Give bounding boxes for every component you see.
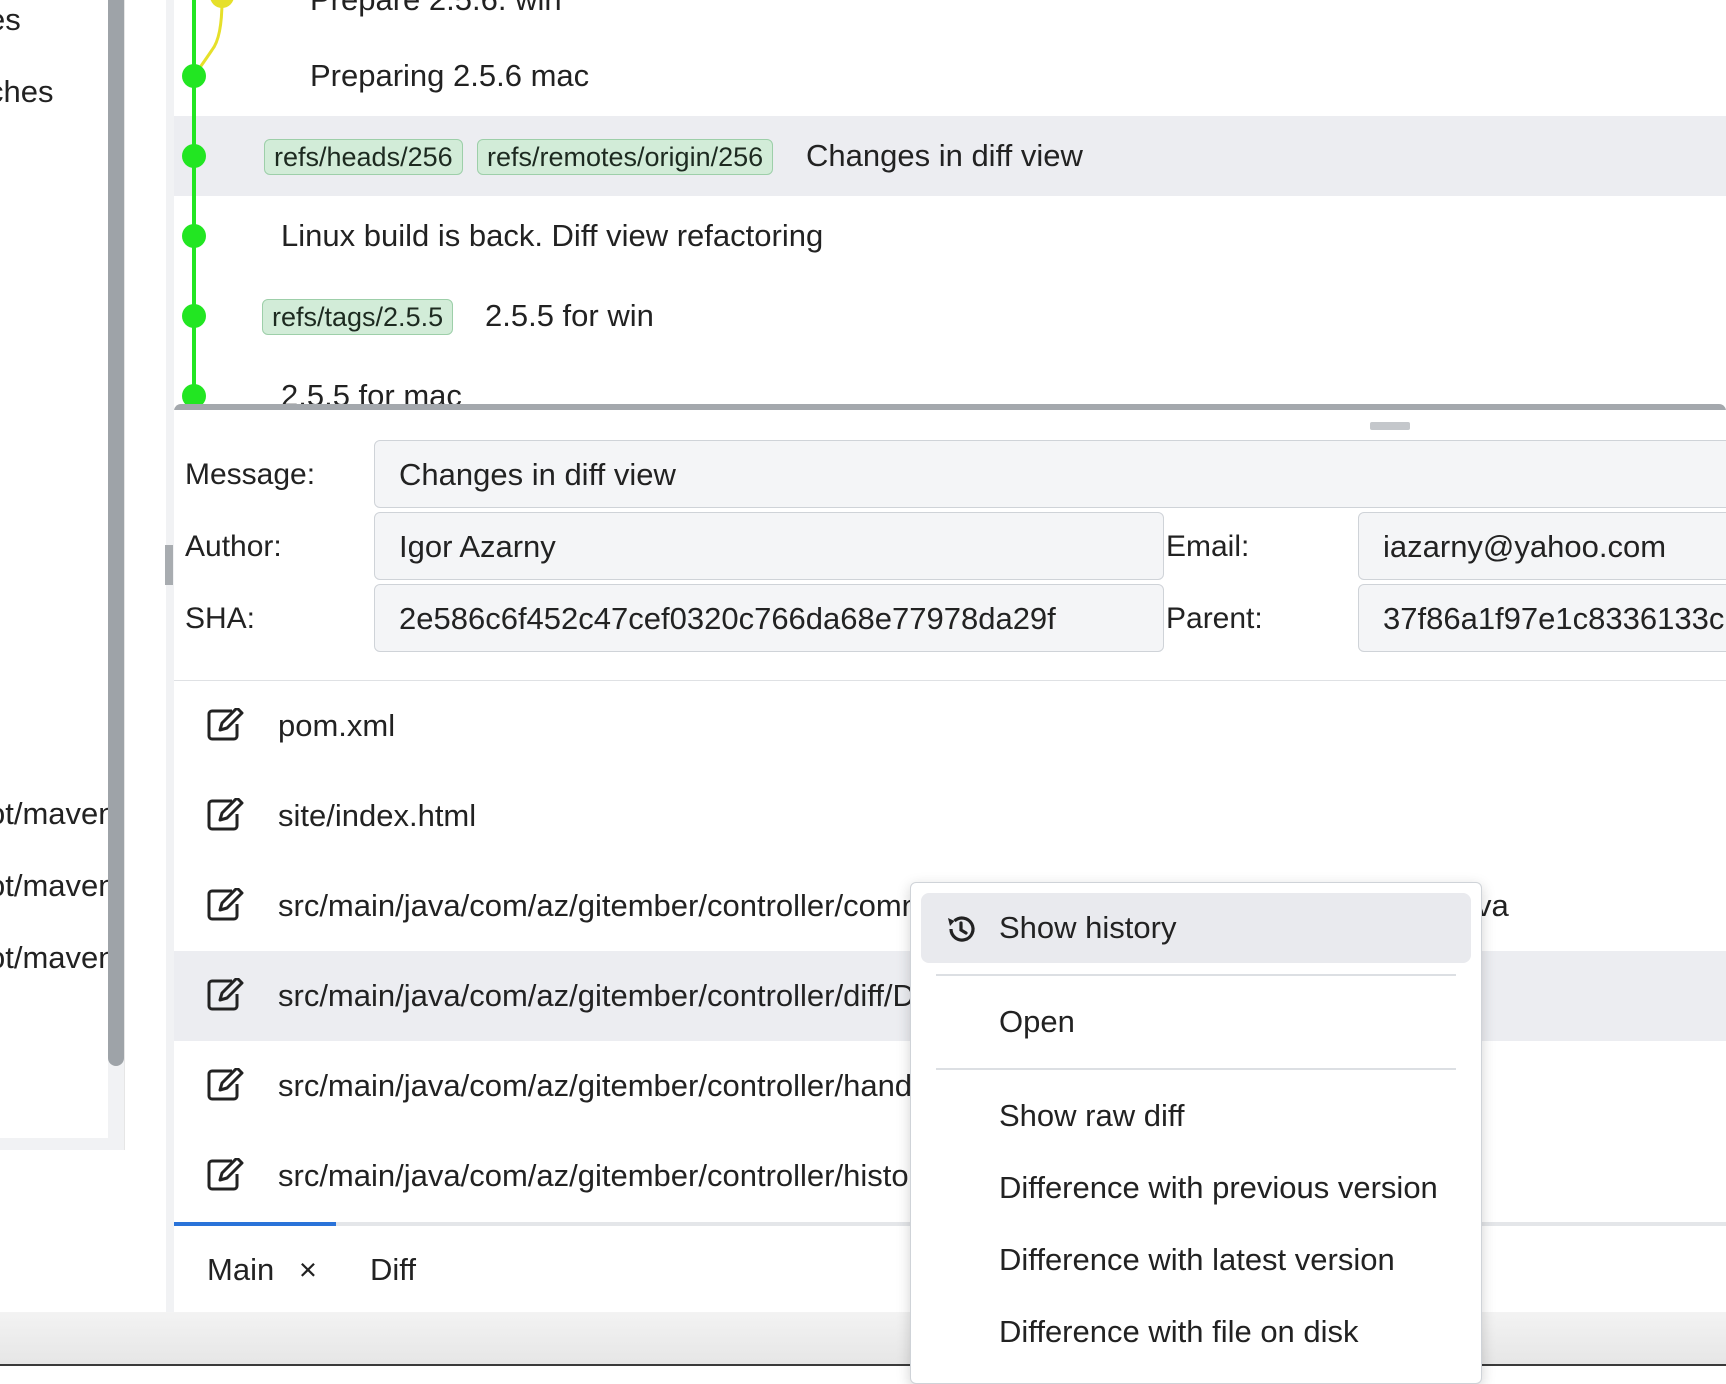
- email-field[interactable]: iazarny@yahoo.com: [1358, 512, 1726, 580]
- commit-message: 2.5.5 for win: [485, 298, 654, 333]
- commit-row[interactable]: refs/tags/2.5.5 2.5.5 for win: [174, 276, 1726, 356]
- split-pane-divider[interactable]: [166, 0, 174, 1312]
- graph-resize-grip[interactable]: [1370, 422, 1410, 430]
- file-path: src/main/java/com/az/gitember/controller…: [278, 888, 919, 923]
- tab-close-icon[interactable]: ×: [299, 1252, 317, 1287]
- tree-scrollbar-thumb[interactable]: [108, 0, 124, 1066]
- menu-separator: [936, 974, 1456, 976]
- commit-graph-lines: [182, 0, 234, 408]
- commit-message: Prepare 2.5.6. win: [310, 0, 562, 40]
- author-label: Author:: [185, 530, 282, 563]
- email-label: Email:: [1166, 530, 1250, 563]
- tree-panel-footer: [0, 1138, 124, 1150]
- repo-tree-panel: es ches ot/maven ot/maven ot/maven: [0, 0, 125, 1150]
- edit-icon: [207, 978, 244, 1011]
- commit-message: 2.5.5 for mac: [281, 378, 462, 410]
- parent-field[interactable]: 37f86a1f97e1c8336133c: [1358, 584, 1726, 652]
- edit-icon: [207, 708, 244, 741]
- edit-icon: [207, 1158, 244, 1191]
- commit-node: [182, 144, 206, 168]
- tree-item[interactable]: ot/maven: [0, 796, 116, 832]
- branch-ref-badge: refs/heads/256: [264, 139, 463, 175]
- commit-row[interactable]: Prepare 2.5.6. win: [174, 0, 1726, 40]
- split-pane-handle[interactable]: [165, 545, 173, 585]
- sha-label: SHA:: [185, 602, 256, 635]
- sha-field[interactable]: 2e586c6f452c47cef0320c766da68e77978da29f: [374, 584, 1164, 652]
- menu-label: Show history: [999, 910, 1177, 945]
- commit-row[interactable]: 2.5.5 for mac: [174, 356, 1726, 410]
- tree-item[interactable]: ches: [0, 74, 53, 110]
- tree-item[interactable]: ot/maven: [0, 868, 116, 904]
- file-context-menu: Show history Open Show raw diff Differen…: [910, 882, 1482, 1384]
- parent-label: Parent:: [1166, 602, 1263, 635]
- tag-ref-badge: refs/tags/2.5.5: [262, 299, 454, 335]
- commit-row[interactable]: Linux build is back. Diff view refactori…: [174, 196, 1726, 276]
- author-field[interactable]: Igor Azarny: [374, 512, 1164, 580]
- commit-message: Changes in diff view: [806, 138, 1083, 173]
- menu-item-diff-latest[interactable]: Difference with latest version: [921, 1225, 1471, 1295]
- changed-file-row[interactable]: site/index.html: [174, 771, 1726, 861]
- remote-ref-badge: refs/remotes/origin/256: [477, 139, 774, 175]
- commit-node: [182, 224, 206, 248]
- tab-diff[interactable]: Diff: [370, 1232, 416, 1308]
- commit-row[interactable]: Preparing 2.5.6 mac: [174, 36, 1726, 116]
- menu-item-show-raw-diff[interactable]: Show raw diff: [921, 1081, 1471, 1151]
- side-branch-node: [210, 0, 234, 8]
- active-tab-indicator: [174, 1222, 336, 1226]
- message-field[interactable]: Changes in diff view: [374, 440, 1726, 508]
- commit-message: Linux build is back. Diff view refactori…: [281, 218, 824, 253]
- file-path: src/main/java/com/az/gitember/controller…: [278, 1068, 919, 1103]
- commit-node: [182, 64, 206, 88]
- menu-item-open[interactable]: Open: [921, 987, 1471, 1057]
- menu-label: Show raw diff: [999, 1098, 1185, 1133]
- file-path: pom.xml: [278, 708, 396, 743]
- file-path: site/index.html: [278, 798, 477, 833]
- file-path: src/main/java/com/az/gitember/controller…: [278, 978, 915, 1013]
- menu-item-diff-disk[interactable]: Difference with file on disk: [921, 1297, 1471, 1367]
- menu-item-show-history[interactable]: Show history: [921, 893, 1471, 963]
- edit-icon: [207, 798, 244, 831]
- tree-item[interactable]: ot/maven: [0, 940, 116, 976]
- commit-node: [182, 304, 206, 328]
- menu-separator: [936, 1068, 1456, 1070]
- commit-history-table: Prepare 2.5.6. win Preparing 2.5.6 mac r…: [174, 0, 1726, 410]
- tab-main[interactable]: Main ×: [207, 1232, 317, 1308]
- graph-horizontal-scrollbar[interactable]: [174, 404, 1726, 410]
- message-label: Message:: [185, 458, 316, 491]
- commit-row-selected[interactable]: refs/heads/256 refs/remotes/origin/256 C…: [174, 116, 1726, 196]
- edit-icon: [207, 888, 244, 921]
- menu-label: Open: [999, 1004, 1075, 1039]
- menu-item-diff-previous[interactable]: Difference with previous version: [921, 1153, 1471, 1223]
- history-icon: [948, 916, 975, 942]
- tab-diff-label: Diff: [370, 1252, 416, 1287]
- file-path: src/main/java/com/az/gitember/controller…: [278, 1158, 919, 1193]
- menu-label: Difference with latest version: [999, 1242, 1395, 1277]
- commit-message: Preparing 2.5.6 mac: [310, 58, 590, 93]
- menu-label: Difference with file on disk: [999, 1314, 1359, 1349]
- side-branch-line: [192, 0, 224, 77]
- edit-icon: [207, 1068, 244, 1101]
- tab-main-label: Main: [207, 1252, 275, 1287]
- menu-label: Difference with previous version: [999, 1170, 1438, 1205]
- changed-file-row[interactable]: pom.xml: [174, 681, 1726, 771]
- tree-item[interactable]: es: [0, 2, 21, 38]
